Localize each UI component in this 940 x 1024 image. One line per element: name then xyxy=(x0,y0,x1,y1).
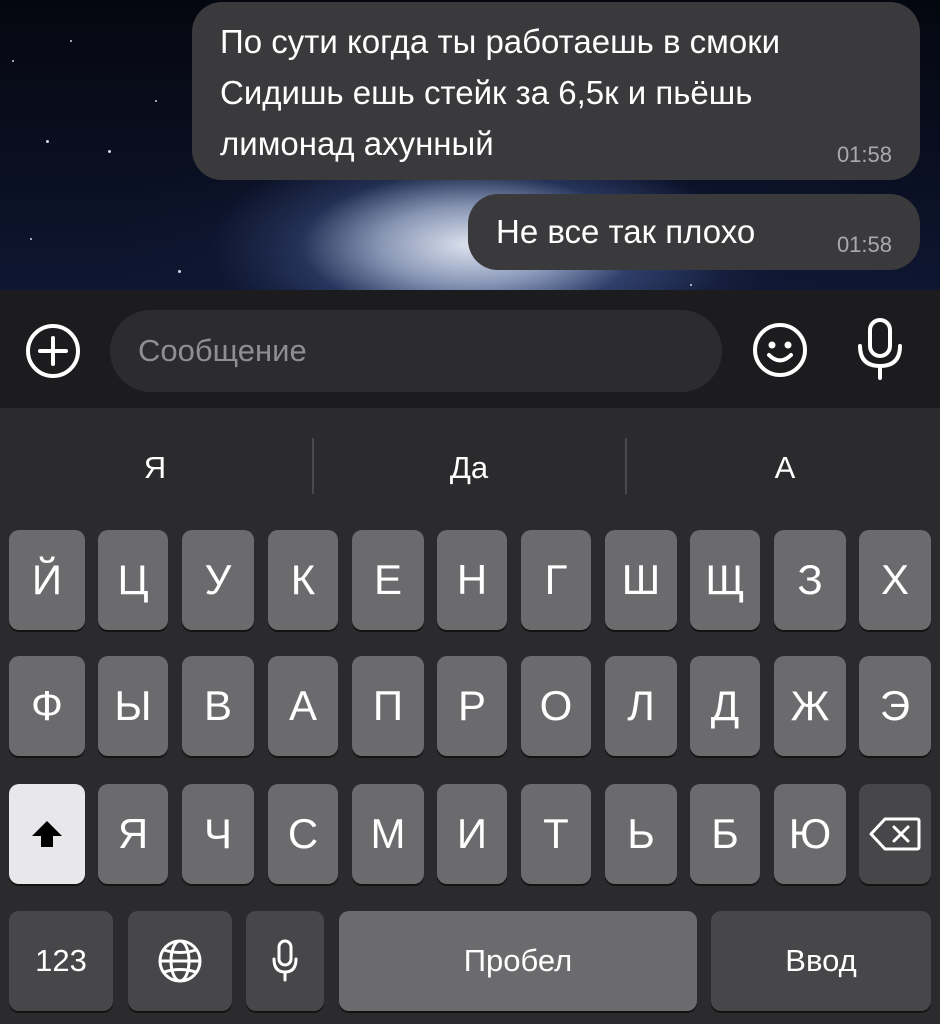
key[interactable]: Б xyxy=(690,784,760,884)
message-input[interactable]: Сообщение xyxy=(110,310,722,392)
message-time: 01:58 xyxy=(836,142,892,167)
key[interactable]: П xyxy=(352,656,424,756)
key[interactable]: Г xyxy=(521,530,591,630)
suggestion-item[interactable]: А xyxy=(630,438,940,498)
key[interactable]: Ю xyxy=(774,784,846,884)
numbers-key[interactable]: 123 xyxy=(9,911,113,1011)
microphone-icon xyxy=(272,939,298,982)
message-placeholder: Сообщение xyxy=(138,333,307,368)
key[interactable]: В xyxy=(182,656,254,756)
key[interactable]: И xyxy=(437,784,507,884)
key[interactable]: Н xyxy=(437,530,507,630)
key[interactable]: С xyxy=(268,784,338,884)
key[interactable]: М xyxy=(352,784,424,884)
chat-area: По сути когда ты работаешь в смоки Сидиш… xyxy=(0,0,940,290)
keyboard: Я Да А Й Ц У К Е Н Г Ш Щ З Х Ф Ы В А П Р… xyxy=(0,408,940,1024)
star xyxy=(178,270,181,273)
star xyxy=(108,150,111,153)
message-time: 01:58 xyxy=(836,232,892,257)
message-bubble[interactable]: По сути когда ты работаешь в смоки Сидиш… xyxy=(192,2,920,180)
suggestion-item[interactable]: Да xyxy=(314,438,624,498)
globe-key[interactable] xyxy=(128,911,232,1011)
key[interactable]: О xyxy=(521,656,591,756)
smiley-icon xyxy=(753,323,807,377)
key[interactable]: Д xyxy=(690,656,760,756)
key[interactable]: Щ xyxy=(690,530,760,630)
backspace-key[interactable] xyxy=(859,784,931,884)
shift-key[interactable] xyxy=(9,784,85,884)
key[interactable]: Р xyxy=(437,656,507,756)
message-text: По сути когда ты работаешь в смоки Сидиш… xyxy=(220,23,781,162)
message-text: Не все так плохо xyxy=(496,213,756,250)
voice-message-button[interactable] xyxy=(852,316,908,382)
key[interactable]: Й xyxy=(9,530,85,630)
key[interactable]: Л xyxy=(605,656,677,756)
emoji-button[interactable] xyxy=(750,320,810,380)
key[interactable]: Х xyxy=(859,530,931,630)
dictation-key[interactable] xyxy=(246,911,324,1011)
key[interactable]: Т xyxy=(521,784,591,884)
star xyxy=(30,238,32,240)
key[interactable]: Ж xyxy=(774,656,846,756)
key[interactable]: Ф xyxy=(9,656,85,756)
key[interactable]: Ь xyxy=(605,784,677,884)
key[interactable]: Я xyxy=(98,784,168,884)
key[interactable]: Е xyxy=(352,530,424,630)
suggestion-item[interactable]: Я xyxy=(0,438,310,498)
key[interactable]: Ш xyxy=(605,530,677,630)
key[interactable]: Э xyxy=(859,656,931,756)
key[interactable]: А xyxy=(268,656,338,756)
key[interactable]: К xyxy=(268,530,338,630)
shift-icon xyxy=(32,821,62,847)
key[interactable]: У xyxy=(182,530,254,630)
globe-icon xyxy=(158,939,202,983)
star xyxy=(690,284,692,286)
attach-button[interactable] xyxy=(24,322,82,380)
space-key[interactable]: Пробел xyxy=(339,911,697,1011)
key[interactable]: Ч xyxy=(182,784,254,884)
microphone-icon xyxy=(858,318,902,380)
key[interactable]: Ы xyxy=(98,656,168,756)
return-key[interactable]: Ввод xyxy=(711,911,931,1011)
key[interactable]: З xyxy=(774,530,846,630)
star xyxy=(12,60,14,62)
suggestion-divider xyxy=(625,438,627,494)
message-bubble[interactable]: Не все так плохо 01:58 xyxy=(468,194,920,270)
star xyxy=(155,100,157,102)
star xyxy=(70,40,72,42)
star xyxy=(46,140,49,143)
message-input-bar: Сообщение xyxy=(0,290,940,408)
suggestion-bar: Я Да А xyxy=(0,408,940,528)
plus-circle-icon xyxy=(26,324,80,378)
backspace-icon xyxy=(869,817,921,851)
key[interactable]: Ц xyxy=(98,530,168,630)
